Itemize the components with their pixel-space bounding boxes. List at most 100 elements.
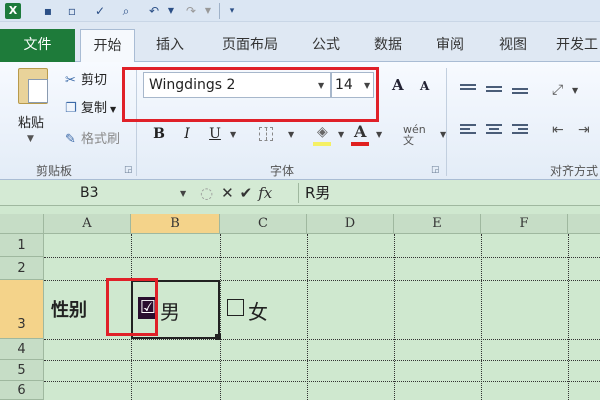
tab-view[interactable]: 视图 <box>490 29 536 62</box>
worksheet-grid[interactable]: A B C D E F 1 2 3 4 5 6 <box>0 206 600 400</box>
grow-font-button[interactable]: A <box>392 76 404 94</box>
qat-separator <box>219 3 220 19</box>
tab-file[interactable]: 文件 <box>0 29 75 62</box>
align-bottom-icon[interactable] <box>512 88 528 100</box>
column-header-b[interactable]: B <box>131 214 220 234</box>
gridline <box>220 234 221 400</box>
paste-icon[interactable] <box>18 68 48 104</box>
align-left-icon[interactable] <box>460 124 476 136</box>
formula-bar-buttons: ◌ ✕ ✔ fx <box>200 183 272 203</box>
customize-qat-icon[interactable]: ▾ <box>224 3 240 19</box>
new-icon[interactable]: ▫ <box>64 3 80 19</box>
fill-color-swatch <box>313 142 331 146</box>
name-box[interactable]: B3 <box>4 183 194 203</box>
shrink-font-button[interactable]: A <box>420 79 429 93</box>
align-right-icon[interactable] <box>512 124 528 136</box>
orientation-icon[interactable]: ⤢ <box>552 82 563 98</box>
scissors-icon: ✂ <box>65 73 76 88</box>
column-header-g[interactable] <box>568 214 600 234</box>
column-header-d[interactable]: D <box>307 214 394 234</box>
paste-dropdown-icon[interactable]: ▼ <box>27 134 34 144</box>
font-color-button[interactable]: A <box>354 122 366 141</box>
bold-button[interactable]: B <box>152 124 166 144</box>
gridline <box>44 381 600 382</box>
row-header-4[interactable]: 4 <box>0 339 44 360</box>
font-group-label: 字体 <box>270 164 295 178</box>
format-painter-button[interactable]: ✎ 格式刷 <box>65 130 120 150</box>
gridline <box>44 339 600 340</box>
row-header-6[interactable]: 6 <box>0 381 44 400</box>
gridline <box>44 360 600 361</box>
paste-button[interactable]: 粘贴 <box>18 112 44 131</box>
insert-function-icon[interactable]: fx <box>258 184 272 202</box>
tab-developer[interactable]: 开发工 <box>556 29 600 62</box>
gridline <box>481 234 482 400</box>
cell-c3-text[interactable]: 女 <box>248 296 268 325</box>
underline-dropdown-icon[interactable]: ▼ <box>230 130 236 139</box>
align-middle-icon[interactable] <box>486 86 502 98</box>
alignment-group-label: 对齐方式 <box>550 164 599 178</box>
empty-checkbox-icon <box>227 299 244 316</box>
gridline <box>394 234 395 400</box>
ribbon-tab-bar: 文件 开始 插入 页面布局 公式 数据 审阅 视图 开发工 <box>0 22 600 62</box>
tab-page-layout[interactable]: 页面布局 <box>211 29 289 62</box>
orientation-dropdown-icon[interactable]: ▼ <box>572 86 578 95</box>
borders-icon[interactable] <box>259 127 273 141</box>
quick-access-toolbar: X ▪ ▫ ✓ ⌕ ↶ ▼ ↷ ▼ ▾ <box>0 0 600 22</box>
copy-dropdown-icon[interactable]: ▼ <box>110 105 116 114</box>
underline-button[interactable]: U <box>208 124 222 144</box>
row-header-5[interactable]: 5 <box>0 360 44 381</box>
column-header-e[interactable]: E <box>394 214 481 234</box>
formula-bar-splitter-icon: ◌ <box>200 184 214 202</box>
group-separator <box>446 68 447 176</box>
save-icon[interactable]: ▪ <box>40 3 56 19</box>
font-color-dropdown-icon[interactable]: ▼ <box>376 130 382 139</box>
undo-icon[interactable]: ↶ <box>146 3 162 19</box>
font-launcher-icon[interactable]: ◲ <box>431 165 440 175</box>
borders-dropdown-icon[interactable]: ▼ <box>288 130 294 139</box>
cell-b3-text: 男 <box>160 300 180 324</box>
column-header-f[interactable]: F <box>481 214 568 234</box>
checkbox-highlight-frame <box>106 278 158 336</box>
tab-formulas[interactable]: 公式 <box>303 29 349 62</box>
fill-handle[interactable] <box>215 334 221 340</box>
redo-icon[interactable]: ↷ <box>183 3 199 19</box>
print-preview-icon[interactable]: ⌕ <box>118 3 134 19</box>
tab-review[interactable]: 审阅 <box>427 29 473 62</box>
cancel-entry-icon[interactable]: ✕ <box>221 184 234 202</box>
row-header-1[interactable]: 1 <box>0 234 44 257</box>
redo-dropdown-icon[interactable]: ▼ <box>200 3 216 19</box>
italic-button[interactable]: I <box>180 124 194 144</box>
column-header-c[interactable]: C <box>220 214 307 234</box>
cut-button[interactable]: ✂ 剪切 <box>65 71 107 91</box>
copy-button[interactable]: ❐ 复制 ▼ <box>65 99 116 119</box>
fill-color-icon[interactable]: ◈ <box>317 124 328 140</box>
row-header-3[interactable]: 3 <box>0 280 44 339</box>
decrease-indent-icon[interactable]: ⇤ <box>552 122 564 138</box>
brush-icon: ✎ <box>65 132 76 147</box>
excel-logo-icon[interactable]: X <box>5 3 21 19</box>
clipboard-group-label: 剪贴板 <box>36 164 73 178</box>
spell-check-icon[interactable]: ✓ <box>92 3 108 19</box>
tab-insert[interactable]: 插入 <box>147 29 193 62</box>
align-center-icon[interactable] <box>486 124 502 136</box>
increase-indent-icon[interactable]: ⇥ <box>578 122 590 138</box>
undo-dropdown-icon[interactable]: ▼ <box>163 3 179 19</box>
tab-data[interactable]: 数据 <box>365 29 411 62</box>
font-highlight-frame <box>122 67 379 122</box>
font-color-swatch <box>351 142 369 146</box>
cell-a3[interactable]: 性别 <box>51 296 87 322</box>
row-header-2[interactable]: 2 <box>0 257 44 280</box>
tab-home[interactable]: 开始 <box>80 29 135 62</box>
align-top-icon[interactable] <box>460 84 476 96</box>
formula-bar: B3 ▼ ◌ ✕ ✔ fx R男 <box>0 180 600 206</box>
phonetic-guide-button[interactable]: wén 文 <box>403 124 435 146</box>
formula-input[interactable]: R男 <box>298 183 598 203</box>
fill-color-dropdown-icon[interactable]: ▼ <box>338 130 344 139</box>
enter-entry-icon[interactable]: ✔ <box>240 184 253 202</box>
column-header-a[interactable]: A <box>44 214 131 234</box>
clipboard-launcher-icon[interactable]: ◲ <box>124 165 133 175</box>
select-all-corner[interactable] <box>0 214 44 234</box>
gridline <box>568 234 569 400</box>
name-box-dropdown-icon[interactable]: ▼ <box>180 189 186 198</box>
